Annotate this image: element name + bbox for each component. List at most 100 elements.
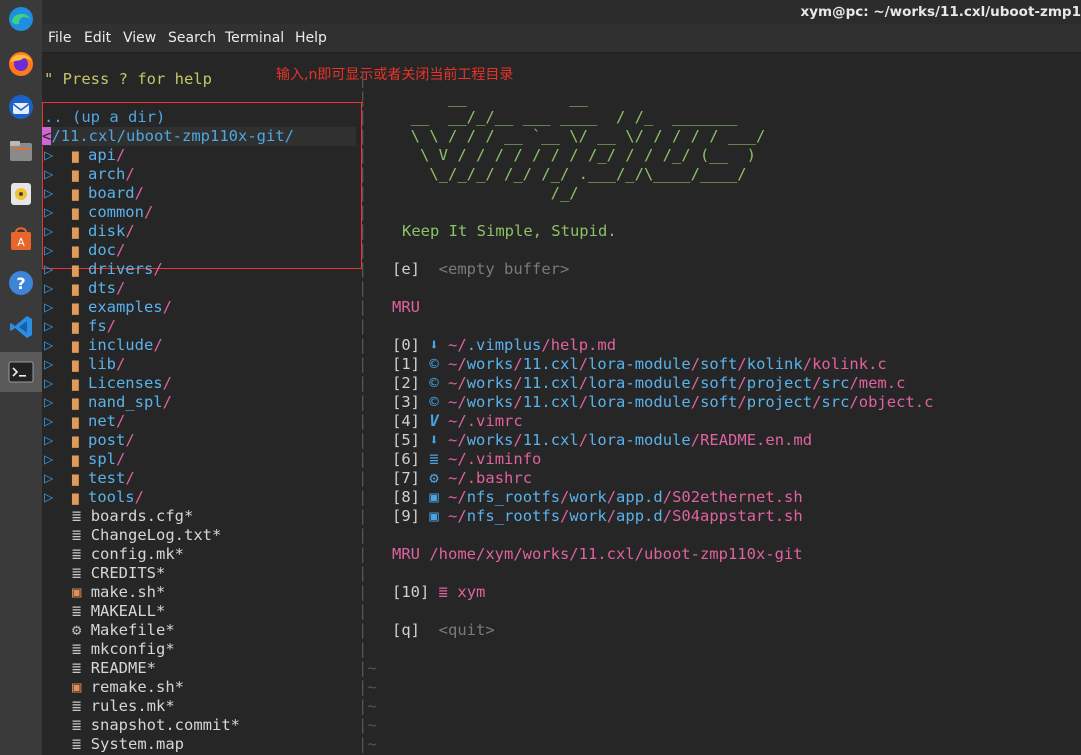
menu-file[interactable]: File [48,30,71,46]
expand-arrow-icon[interactable]: ▷ [44,241,63,259]
expand-arrow-icon[interactable]: ▷ [44,260,63,278]
tree-dir-item[interactable]: ▷ ▇ include/ [44,336,163,355]
tree-dir-item[interactable]: ▷ ▇ drivers/ [44,260,163,279]
tree-file-item[interactable]: ≣ rules.mk* [44,697,175,716]
tree-dir-item[interactable]: ▷ ▇ test/ [44,469,135,488]
mru-entry[interactable]: [4] V ~/.vimrc [392,412,523,431]
thunderbird-icon[interactable] [4,90,38,124]
tree-dir-item[interactable]: ▷ ▇ disk/ [44,222,135,241]
tree-file-item[interactable]: ≣ ChangeLog.txt* [44,526,221,545]
mru-path-segment: 11.cxl [522,355,579,373]
mru-entry[interactable]: [1] © ~/works/11.cxl/lora-module/soft/ko… [392,355,887,374]
expand-arrow-icon[interactable]: ▷ [44,146,63,164]
mru-dir-entry[interactable]: [10] ≣ xym [392,583,485,602]
mru-file-name: README.en.md [700,431,813,449]
expand-arrow-icon[interactable]: ▷ [44,431,63,449]
mru-entry[interactable]: [6] ≣ ~/.viminfo [392,450,541,469]
expand-arrow-icon[interactable]: ▷ [44,317,63,335]
mru-path-segment: project [746,374,813,392]
tree-dir-item[interactable]: ▷ ▇ common/ [44,203,153,222]
mru-entry[interactable]: [5] ⬇ ~/works/11.cxl/lora-module/README.… [392,431,812,450]
tree-dir-item[interactable]: ▷ ▇ doc/ [44,241,125,260]
edge-icon[interactable] [4,2,38,36]
tree-file-item[interactable]: ≣ snapshot.commit* [44,716,240,735]
tree-dir-item[interactable]: ▷ ▇ Licenses/ [44,374,172,393]
menu-edit[interactable]: Edit [84,30,111,46]
tree-file-item[interactable]: ≣ boards.cfg* [44,507,193,526]
startify-quit[interactable]: [q] <quit> [392,621,495,640]
document-icon: ≣ [72,640,82,658]
tree-file-item[interactable]: ≣ MAKEALL* [44,602,165,621]
mru-entry[interactable]: [9] ▣ ~/nfs_rootfs/work/app.d/S04appstar… [392,507,803,526]
expand-arrow-icon[interactable]: ▷ [44,355,63,373]
document-icon: ≣ [72,507,82,525]
tree-dir-item[interactable]: ▷ ▇ nand_spl/ [44,393,172,412]
tree-dir-item[interactable]: ▷ ▇ examples/ [44,298,172,317]
nerdtree-up-dir[interactable]: .. (up a dir) [44,108,165,127]
vscode-icon[interactable] [4,310,38,344]
tree-file-item[interactable]: ▣ make.sh* [44,583,165,602]
tree-dir-item[interactable]: ▷ ▇ tools/ [44,488,144,507]
expand-arrow-icon[interactable]: ▷ [44,412,63,430]
tree-file-item[interactable]: ≣ README* [44,659,156,678]
firefox-icon[interactable] [4,47,38,81]
mru-path-segment: / [849,393,859,411]
tree-file-item[interactable]: ≣ config.mk* [44,545,184,564]
mru-entry[interactable]: [2] © ~/works/11.cxl/lora-module/soft/pr… [392,374,905,393]
terminal-icon[interactable] [0,352,42,392]
mru-entry[interactable]: [7] ⚙ ~/.bashrc [392,469,532,488]
tree-file-item[interactable]: ▣ remake.sh* [44,678,184,697]
tree-dir-item[interactable]: ▷ ▇ dts/ [44,279,125,298]
expand-arrow-icon[interactable]: ▷ [44,298,63,316]
mru-file-name: kolink.c [812,355,887,373]
expand-arrow-icon[interactable]: ▷ [44,279,63,297]
folder-icon: ▇ [72,378,79,391]
expand-arrow-icon[interactable]: ▷ [44,336,63,354]
expand-arrow-icon[interactable]: ▷ [44,450,63,468]
tree-file-item[interactable]: ≣ CREDITS* [44,564,165,583]
separator-bar: | [358,412,368,430]
dir-slash: / [125,222,135,240]
tree-file-item[interactable]: ≣ System.map [44,735,184,754]
tree-dir-item[interactable]: ▷ ▇ board/ [44,184,144,203]
software-icon[interactable]: A [4,222,38,256]
vimplus-logo-line: \_/_/_/ /_/ /_/ .___/_/\____/____/ [392,165,747,183]
rhythmbox-icon[interactable] [4,177,38,211]
document-icon: ≣ [72,602,82,620]
tree-dir-item[interactable]: ▷ ▇ post/ [44,431,135,450]
mru-entry[interactable]: [8] ▣ ~/nfs_rootfs/work/app.d/S02etherne… [392,488,803,507]
nerdtree-root[interactable]: </11.cxl/uboot-zmp110x-git/ [42,127,356,146]
startify-empty-buffer[interactable]: [e] <empty buffer> [392,260,569,279]
tree-dir-item[interactable]: ▷ ▇ api/ [44,146,125,165]
tree-file-item[interactable]: ≣ mkconfig* [44,640,175,659]
tree-dir-item[interactable]: ▷ ▇ arch/ [44,165,135,184]
expand-arrow-icon[interactable]: ▷ [44,203,63,221]
files-icon[interactable] [4,134,38,168]
mru-file-name: help.md [550,336,617,354]
menu-terminal[interactable]: Terminal [225,30,284,46]
tree-dir-item[interactable]: ▷ ▇ spl/ [44,450,125,469]
menu-search[interactable]: Search [168,30,216,46]
expand-arrow-icon[interactable]: ▷ [44,165,63,183]
tree-dir-item[interactable]: ▷ ▇ fs/ [44,317,116,336]
mru-entry[interactable]: [3] © ~/works/11.cxl/lora-module/soft/pr… [392,393,933,412]
expand-arrow-icon[interactable]: ▷ [44,222,63,240]
separator-bar: | [358,127,368,145]
tree-dir-item[interactable]: ▷ ▇ net/ [44,412,125,431]
vimplus-logo-line: __ __/_/__ ___ ____ / /_ _______ [392,108,738,126]
expand-arrow-icon[interactable]: ▷ [44,184,63,202]
terminal-area[interactable]: " Press ? for help 输入,n即可显示或者关闭当前工程目录 ..… [42,53,1081,755]
expand-arrow-icon[interactable]: ▷ [44,488,63,506]
entry-key: [e] [392,260,420,278]
dir-slash: / [115,146,126,164]
expand-arrow-icon[interactable]: ▷ [44,469,63,487]
tree-dir-item[interactable]: ▷ ▇ lib/ [44,355,125,374]
menu-view[interactable]: View [123,30,156,46]
mru-path-segment: / [560,488,570,506]
tree-file-item[interactable]: ⚙ Makefile* [44,621,175,640]
mru-entry[interactable]: [0] ⬇ ~/.vimplus/help.md [392,336,616,355]
menu-help[interactable]: Help [295,30,327,46]
help-icon[interactable]: ? [4,266,38,300]
expand-arrow-icon[interactable]: ▷ [44,393,63,411]
expand-arrow-icon[interactable]: ▷ [44,374,63,392]
